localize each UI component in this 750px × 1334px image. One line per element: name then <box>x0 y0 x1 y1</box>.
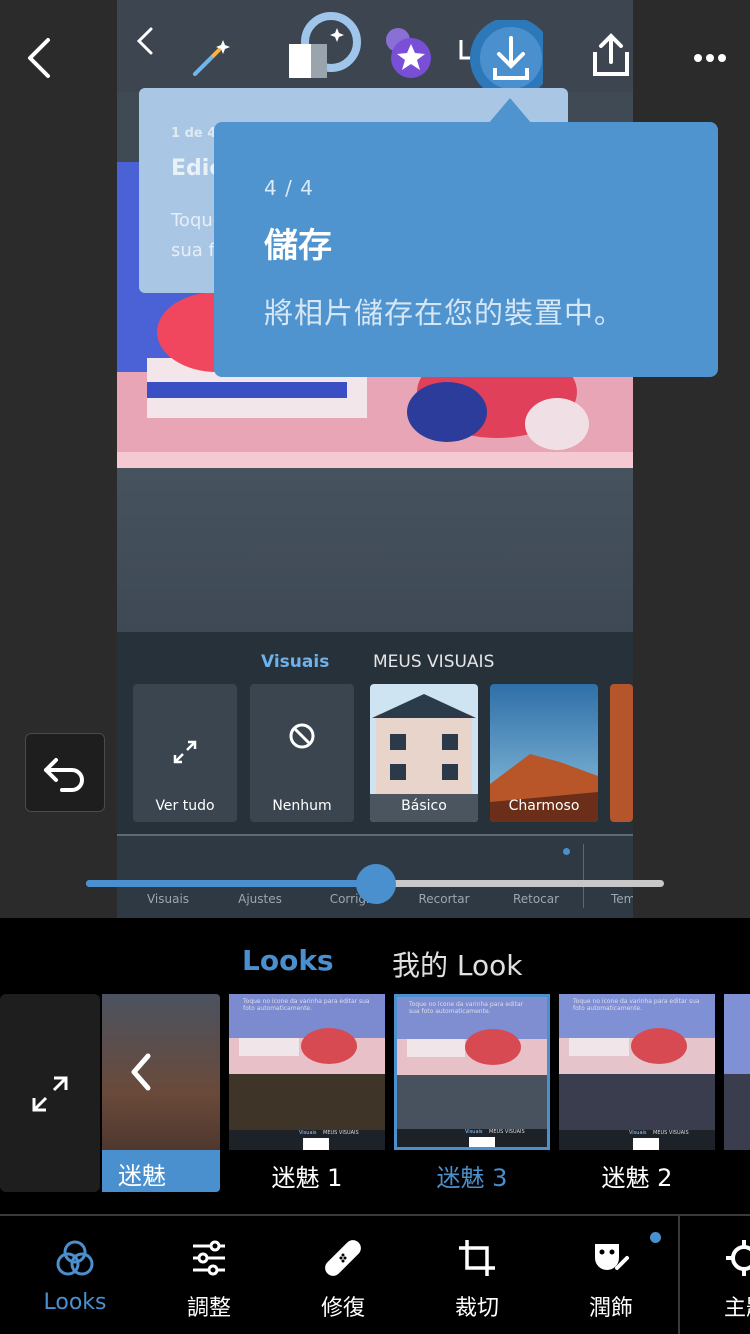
inner-card-label: Charmoso <box>508 798 580 814</box>
tooltip-pointer <box>488 98 532 124</box>
compare-icon[interactable] <box>285 10 365 86</box>
inner-card-label: Básico <box>401 798 447 814</box>
inner-nav-retocar[interactable]: Retocar <box>491 892 581 906</box>
look-thumb-label: 迷魅 1 <box>271 1164 343 1192</box>
inner-looks-panel: Visuais MEUS VISUAIS Ver tudo Nenhum Bás… <box>117 632 633 842</box>
look-preview-tab: MEUS VISUAIS <box>489 1129 525 1135</box>
bottom-nav: Looks 調整 修復 裁切 潤飾 主題 <box>0 1216 750 1334</box>
intensity-slider-thumb[interactable] <box>356 864 396 904</box>
look-preview-caption: Toque no ícone da varinha para editar su… <box>573 998 700 1012</box>
look-thumb-partial[interactable] <box>724 994 750 1150</box>
look-preview <box>397 997 547 1147</box>
none-prohibited-icon <box>288 722 316 750</box>
inner-card-label: Ver tudo <box>155 798 215 814</box>
look-preview <box>229 994 385 1150</box>
inner-card-nenhum[interactable]: Nenhum <box>250 684 354 822</box>
look-preview-tab: Visuais <box>299 1130 317 1136</box>
nav-label: 調整 <box>186 1296 231 1321</box>
look-thumb-1[interactable]: Toque no ícone da varinha para editar su… <box>229 994 385 1150</box>
inner-top-bar <box>117 0 633 99</box>
inner-canvas-area <box>117 468 633 632</box>
view-all-button[interactable] <box>0 994 100 1192</box>
looks-icon <box>55 1238 95 1278</box>
more-options-icon[interactable] <box>688 44 732 72</box>
look-group-label: 迷魅 <box>118 1162 166 1190</box>
inner-nav-ajustes[interactable]: Ajustes <box>215 892 305 906</box>
share-icon[interactable] <box>589 32 633 80</box>
look-thumb-3-selected[interactable]: Toque no ícone da varinha para editar su… <box>394 994 550 1150</box>
inner-tab-visuais[interactable]: Visuais <box>261 652 329 672</box>
bandage-icon <box>323 1238 363 1278</box>
nav-label: 修復 <box>320 1296 365 1321</box>
retouch-badge-dot <box>650 1232 661 1243</box>
look-preview-tab: Visuais <box>629 1130 647 1136</box>
look-preview-tab: MEUS VISUAIS <box>323 1130 359 1136</box>
inner-nav-divider <box>583 844 584 908</box>
face-brush-icon <box>591 1238 631 1278</box>
inner-nav-visuais[interactable]: Visuais <box>123 892 213 906</box>
nav-label: 裁切 <box>454 1296 499 1321</box>
expand-arrows-icon <box>30 1074 70 1114</box>
intensity-slider-fill <box>86 880 376 887</box>
nav-heal[interactable]: 修復 <box>276 1216 410 1334</box>
nav-label: 潤飾 <box>588 1296 633 1321</box>
crop-icon <box>457 1238 497 1278</box>
tab-looks[interactable]: Looks <box>242 944 334 977</box>
look-thumb-label: 迷魅 2 <box>601 1164 673 1192</box>
look-preview-caption: Toque no ícone da varinha para editar su… <box>409 1001 524 1015</box>
nav-label: Looks <box>43 1290 107 1315</box>
tooltip-save[interactable]: 4 / 4 儲存 將相片儲存在您的裝置中。 <box>214 122 718 377</box>
looks-panel: Looks 我的 Look 迷魅 Toque no ícone da varin… <box>0 918 750 1216</box>
gear-theme-icon <box>724 1238 750 1278</box>
magic-wand-icon[interactable] <box>189 36 233 80</box>
look-thumb-2[interactable]: Toque no ícone da varinha para editar su… <box>559 994 715 1150</box>
inner-nav-temas[interactable]: Tem <box>583 892 633 906</box>
nav-looks[interactable]: Looks <box>8 1216 142 1334</box>
undo-button[interactable] <box>25 733 105 812</box>
nav-themes[interactable]: 主題 <box>680 1216 750 1334</box>
inner-card-charmoso[interactable]: Charmoso <box>490 684 598 822</box>
look-preview-tab: MEUS VISUAIS <box>653 1130 689 1136</box>
inner-card-basico[interactable]: Básico <box>370 684 478 822</box>
nav-adjust[interactable]: 調整 <box>142 1216 276 1334</box>
inner-nav-recortar[interactable]: Recortar <box>399 892 489 906</box>
tooltip-title: 儲存 <box>264 226 332 266</box>
inner-back-icon[interactable] <box>133 26 157 56</box>
inner-card-label: Nenhum <box>272 798 332 814</box>
look-preview-caption: Toque no ícone da varinha para editar su… <box>243 998 370 1012</box>
inner-tab-meus-visuais[interactable]: MEUS VISUAIS <box>373 652 494 672</box>
look-preview-tab: Visuais <box>465 1129 483 1135</box>
tab-my-looks[interactable]: 我的 Look <box>392 944 523 984</box>
expand-arrows-icon <box>171 738 199 766</box>
inner-card-partial[interactable] <box>610 684 633 822</box>
inner-card-ver-tudo[interactable]: Ver tudo <box>133 684 237 822</box>
look-preview <box>559 994 715 1150</box>
inner-badge-dot <box>563 848 570 855</box>
nav-themes-divider <box>678 1216 680 1334</box>
look-thumb-label-selected: 迷魅 3 <box>436 1164 508 1192</box>
nav-label: 主題 <box>724 1296 750 1321</box>
tooltip-previous-step: 1 de 4 <box>171 126 217 141</box>
back-chevron-icon[interactable] <box>16 34 64 82</box>
tooltip-step: 4 / 4 <box>264 176 314 200</box>
sliders-icon <box>189 1238 229 1278</box>
tooltip-body: 將相片儲存在您的裝置中。 <box>264 296 625 330</box>
premium-star-icon[interactable] <box>383 26 433 80</box>
nav-crop[interactable]: 裁切 <box>410 1216 544 1334</box>
undo-icon <box>44 758 84 792</box>
look-group-charmoso[interactable]: 迷魅 <box>102 994 220 1192</box>
